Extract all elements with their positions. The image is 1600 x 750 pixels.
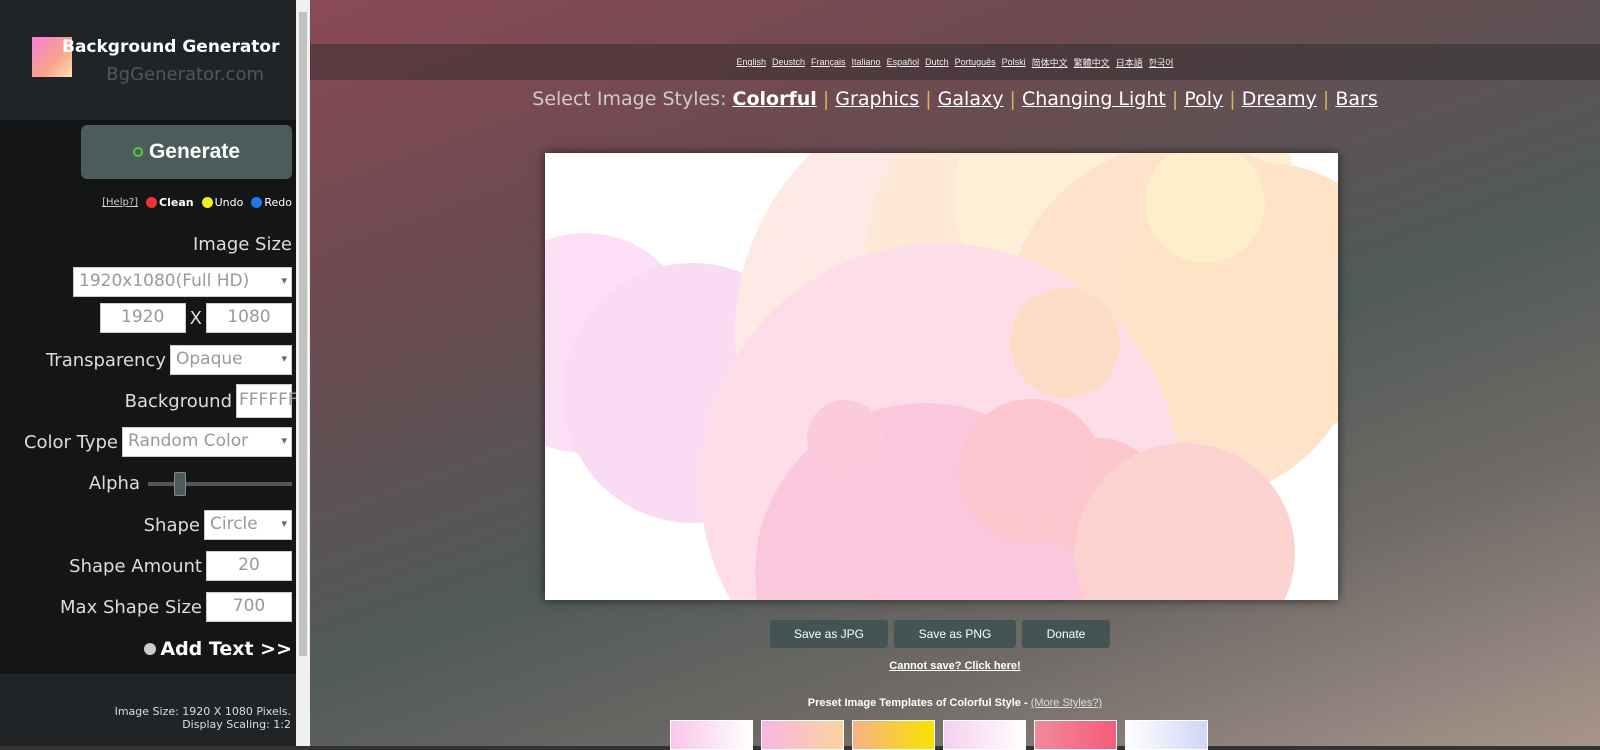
language-bar: English Deustch Français Italiano Español Dut…	[310, 44, 1600, 80]
language-link[interactable]: 繁體中文	[1074, 56, 1110, 69]
action-links: [Help?] Clean Undo Redo	[102, 196, 292, 209]
separator: |	[816, 88, 836, 110]
undo-label: Undo	[214, 196, 244, 209]
separator: |	[919, 88, 938, 110]
style-link-changing-light[interactable]: Changing Light	[1022, 88, 1166, 110]
background-label: Background	[124, 390, 232, 412]
color-type-select[interactable]: Random Color	[122, 427, 292, 457]
language-link[interactable]: Français	[811, 57, 846, 67]
width-input[interactable]: 1920	[99, 303, 186, 333]
language-link[interactable]: 한국어	[1149, 56, 1174, 69]
alpha-slider-thumb[interactable]	[174, 471, 186, 496]
style-link-graphics[interactable]: Graphics	[835, 88, 919, 110]
sidebar-footer: Image Size: 1920 X 1080 Pixels. Display …	[0, 674, 296, 746]
clean-label: Clean	[159, 196, 194, 209]
transparency-label: Transparency	[45, 349, 166, 371]
image-size-select[interactable]: 1920x1080(Full HD)	[73, 267, 292, 297]
separator: |	[1003, 88, 1022, 110]
separator: |	[1165, 88, 1185, 110]
x-label: X	[189, 307, 202, 329]
app-subtitle: BgGenerator.com	[106, 64, 264, 85]
display-scaling-info: Display Scaling: 1:2	[182, 718, 291, 731]
save-png-button[interactable]: Save as PNG	[894, 620, 1016, 648]
more-styles-link[interactable]: (More Styles?)	[1031, 697, 1103, 709]
target-icon	[132, 147, 143, 157]
max-shape-size-input[interactable]: 700	[206, 592, 292, 622]
main-area: English Deustch Français Italiano Español Dut…	[310, 0, 1600, 750]
donate-button[interactable]: Donate	[1022, 620, 1110, 648]
alpha-slider[interactable]	[148, 471, 292, 496]
style-selector: Select Image Styles: Colorful | Graphics…	[310, 88, 1600, 110]
style-link-dreamy[interactable]: Dreamy	[1242, 88, 1317, 110]
sidebar-header: Background Generator BgGenerator.com	[0, 0, 296, 120]
shape-select[interactable]: Circle	[204, 510, 292, 540]
height-input[interactable]: 1080	[206, 303, 292, 333]
app-title: Background Generator	[62, 37, 280, 57]
style-link-galaxy[interactable]: Galaxy	[938, 88, 1004, 110]
scrollbar-thumb[interactable]	[299, 12, 307, 656]
separator: |	[1223, 88, 1242, 110]
clean-icon	[146, 197, 158, 208]
language-link[interactable]: Polski	[1002, 57, 1026, 67]
generate-label: Generate	[148, 140, 241, 163]
preset-heading: Preset Image Templates of Colorful Style…	[310, 697, 1600, 709]
shape-label: Shape	[143, 514, 200, 536]
undo-button[interactable]: Undo	[201, 196, 244, 209]
generate-button[interactable]: Generate	[81, 125, 292, 179]
text-icon	[144, 643, 157, 655]
sidebar: Background Generator BgGenerator.com Gen…	[0, 0, 298, 746]
language-link[interactable]: Português	[955, 57, 996, 67]
preset-label: Preset Image Templates of Colorful Style…	[807, 697, 1028, 709]
shape-amount-input[interactable]: 20	[206, 551, 292, 581]
help-link[interactable]: [Help?]	[102, 197, 138, 208]
image-size-info: Image Size: 1920 X 1080 Pixels.	[114, 705, 291, 718]
language-link[interactable]: 日本語	[1116, 56, 1143, 69]
undo-icon	[201, 197, 213, 208]
clean-button[interactable]: Clean	[146, 196, 194, 209]
language-link[interactable]: Dutch	[925, 57, 949, 67]
separator: |	[1316, 88, 1336, 110]
shape-amount-label: Shape Amount	[69, 555, 202, 577]
language-link[interactable]: Deustch	[772, 57, 805, 67]
sidebar-scrollbar[interactable]	[296, 0, 310, 746]
style-link-colorful[interactable]: Colorful	[733, 88, 817, 110]
color-type-label: Color Type	[23, 431, 118, 453]
save-buttons: Save as JPG Save as PNG Donate	[770, 620, 1110, 648]
style-link-bars[interactable]: Bars	[1335, 88, 1377, 110]
generated-image-preview	[545, 153, 1338, 600]
language-link[interactable]: Italiano	[852, 57, 881, 67]
redo-label: Redo	[264, 196, 292, 209]
styles-label: Select Image Styles:	[532, 88, 727, 110]
add-text-button[interactable]: Add Text >>	[144, 638, 292, 660]
language-link[interactable]: Español	[887, 57, 920, 67]
transparency-select[interactable]: Opaque	[170, 345, 292, 375]
redo-button[interactable]: Redo	[251, 196, 292, 209]
image-size-label: Image Size	[192, 234, 292, 255]
language-link[interactable]: English	[736, 57, 766, 67]
add-text-label: Add Text >>	[160, 638, 292, 660]
cannot-save-link[interactable]: Cannot save? Click here!	[310, 660, 1600, 672]
redo-icon	[251, 197, 263, 208]
style-link-poly[interactable]: Poly	[1184, 88, 1223, 110]
circles-artwork	[545, 153, 1338, 600]
save-jpg-button[interactable]: Save as JPG	[770, 620, 888, 648]
max-shape-size-label: Max Shape Size	[60, 596, 202, 618]
background-color-input[interactable]: FFFFFF	[236, 384, 298, 418]
alpha-label: Alpha	[88, 473, 140, 494]
language-link[interactable]: 简体中文	[1032, 56, 1068, 69]
